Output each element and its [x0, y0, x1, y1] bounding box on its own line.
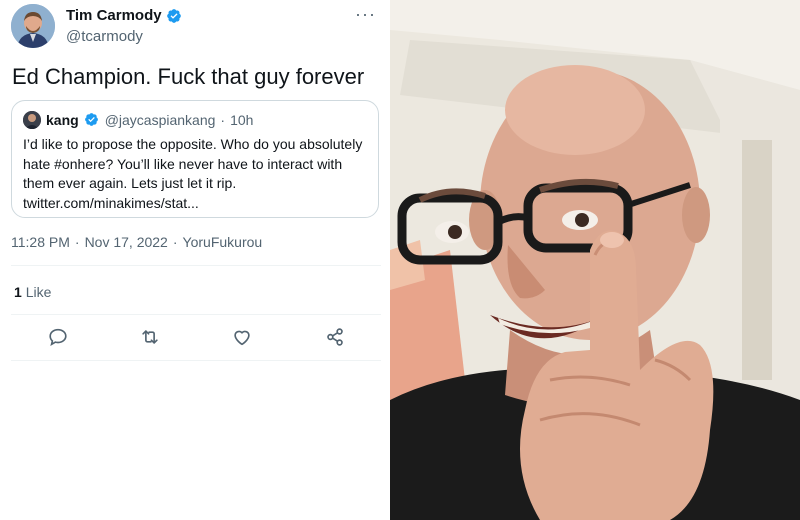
divider: [11, 314, 381, 315]
share-icon[interactable]: [324, 326, 346, 348]
likes-label: Like: [25, 284, 52, 300]
quoted-link[interactable]: twitter.com/minakimes/stat...: [23, 194, 368, 214]
divider: [11, 265, 381, 266]
author-handle[interactable]: @tcarmody: [66, 28, 182, 45]
action-bar: [11, 320, 381, 356]
likes-number: 1: [14, 284, 22, 300]
likes-count[interactable]: 1 Like: [14, 284, 51, 300]
verified-badge-icon: [166, 8, 182, 24]
reply-icon[interactable]: [47, 326, 69, 348]
tweet-meta: 11:28 PM · Nov 17, 2022 · YoruFukurou: [11, 234, 262, 250]
quoted-author-avatar: [23, 111, 41, 129]
quoted-text-line: them ever again. Lets just let it rip.: [23, 175, 237, 191]
author-names: Tim Carmody @tcarmody: [66, 7, 182, 45]
meta-separator: ·: [172, 234, 178, 250]
photo-middle-finger: [390, 0, 800, 520]
tweet-date[interactable]: Nov 17, 2022: [85, 234, 168, 250]
quoted-time: 10h: [230, 112, 254, 128]
quoted-tweet-header: kang @jaycaspiankang · 10h: [23, 111, 253, 129]
tweet-text: Ed Champion. Fuck that guy forever: [12, 64, 365, 89]
tweet-time[interactable]: 11:28 PM: [11, 234, 70, 250]
tweet-header: Tim Carmody @tcarmody ···: [0, 0, 390, 60]
author-avatar[interactable]: [11, 4, 55, 48]
retweet-icon[interactable]: [139, 326, 161, 348]
author-display-name[interactable]: Tim Carmody: [66, 7, 162, 24]
verified-badge-icon: [84, 112, 100, 128]
quoted-text-line: I’d like to propose the opposite. Who do…: [23, 136, 363, 152]
more-icon[interactable]: ···: [355, 4, 376, 25]
quoted-tweet-text: I’d like to propose the opposite. Who do…: [23, 135, 368, 213]
display-name-row: Tim Carmody: [66, 7, 182, 24]
quoted-separator: ·: [220, 112, 226, 128]
divider: [11, 360, 381, 361]
meta-separator: ·: [74, 234, 80, 250]
quoted-tweet[interactable]: kang @jaycaspiankang · 10h I’d like to p…: [11, 100, 379, 218]
tweet-source[interactable]: YoruFukurou: [183, 234, 263, 250]
quoted-display-name: kang: [46, 112, 79, 128]
quoted-text-line: hate #onhere? You’ll like never have to …: [23, 155, 343, 172]
heart-icon[interactable]: [231, 326, 253, 348]
tweet-card: Tim Carmody @tcarmody ··· Ed Champion. F…: [0, 0, 390, 520]
quoted-handle: @jaycaspiankang: [104, 112, 216, 128]
